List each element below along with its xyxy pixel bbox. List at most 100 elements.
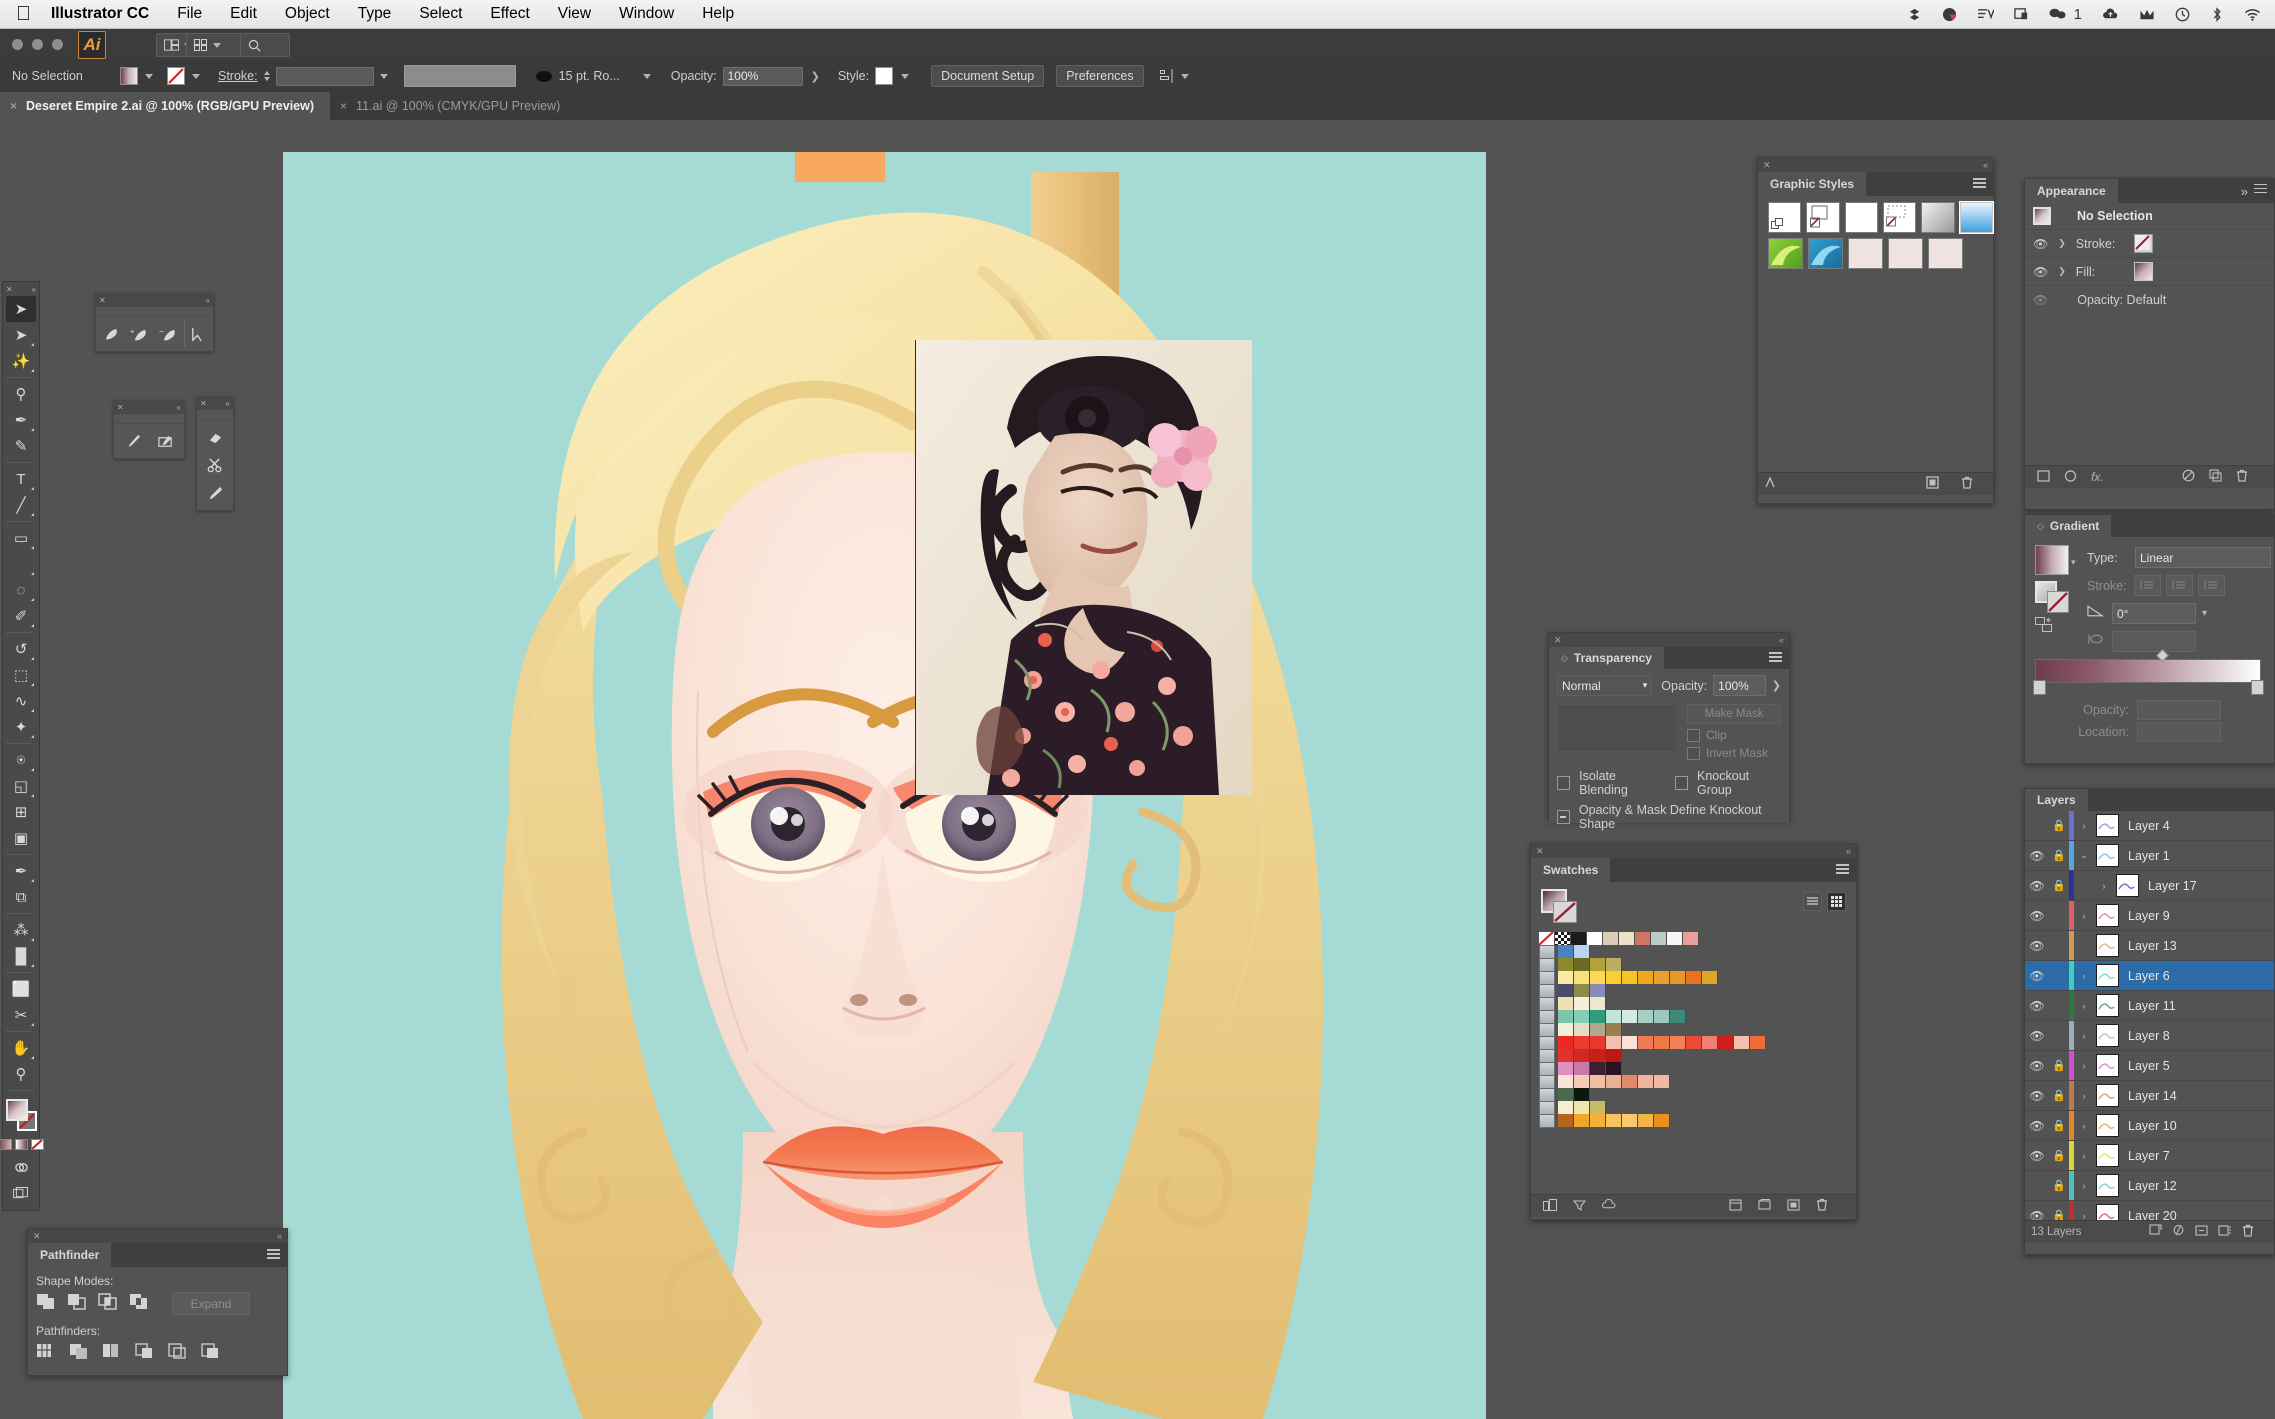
swatch-color[interactable] xyxy=(1574,945,1590,958)
layer-lock-icon[interactable]: 🔒 xyxy=(2049,1149,2069,1162)
swatch-color[interactable] xyxy=(1622,1114,1638,1127)
curvature-tool[interactable]: ✎ xyxy=(6,433,36,459)
stroke-weight-field[interactable] xyxy=(276,67,374,86)
graphic-style-swatch[interactable] xyxy=(1806,202,1839,233)
graphic-style-swatch[interactable] xyxy=(1845,202,1878,233)
paintbrush-icon[interactable] xyxy=(118,428,148,454)
tab-layers[interactable]: Layers xyxy=(2025,789,2088,811)
layer-name-label[interactable]: Layer 14 xyxy=(2128,1089,2177,1103)
stepper-up-icon[interactable] xyxy=(264,71,270,75)
layer-thumbnail[interactable] xyxy=(2096,844,2119,867)
workspace-grid-button[interactable] xyxy=(186,33,248,57)
column-graph-tool[interactable]: █ xyxy=(6,943,36,969)
delete-selection-icon[interactable] xyxy=(2242,1224,2254,1240)
layer-row[interactable]: 👁 🔒 › Layer 10 xyxy=(2025,1111,2274,1141)
rotate-tool[interactable]: ↺ xyxy=(6,636,36,662)
new-color-group-icon[interactable] xyxy=(1758,1199,1771,1214)
color-swatch-icon[interactable] xyxy=(0,1139,12,1150)
chevron-right-icon[interactable]: › xyxy=(2094,881,2114,891)
gradient-panel[interactable]: ◇ Gradient ▾ Type: Linear Stroke: 0° ▾ O… xyxy=(2024,514,2275,764)
layer-name-label[interactable]: Layer 4 xyxy=(2128,819,2170,833)
swatch-color[interactable] xyxy=(1603,932,1619,945)
swatch-color[interactable] xyxy=(1606,1036,1622,1049)
opacity-field[interactable]: 100% xyxy=(723,67,803,86)
direct-selection-tool[interactable]: ➤ xyxy=(6,322,36,348)
swatch-color[interactable] xyxy=(1606,1062,1622,1075)
layer-thumbnail[interactable] xyxy=(2096,1114,2119,1137)
make-mask-button[interactable]: Make Mask xyxy=(1687,704,1781,724)
collapse-icon[interactable]: « xyxy=(32,285,36,294)
swatch-color[interactable] xyxy=(1574,1023,1590,1036)
reference-photo[interactable] xyxy=(915,340,1252,795)
swatch-color[interactable] xyxy=(1702,1036,1718,1049)
swatch-color[interactable] xyxy=(1574,1010,1590,1023)
preferences-button[interactable]: Preferences xyxy=(1056,65,1143,87)
swatch-color[interactable] xyxy=(1558,984,1574,997)
panel-menu-button[interactable] xyxy=(1973,172,1993,196)
minus-front-icon[interactable] xyxy=(67,1292,87,1315)
gradient-tool[interactable]: ▣ xyxy=(6,825,36,851)
new-swatch-icon[interactable] xyxy=(1787,1199,1800,1214)
swatch-color[interactable] xyxy=(1670,971,1686,984)
swatch-color[interactable] xyxy=(1558,1023,1574,1036)
tab-graphic-styles[interactable]: Graphic Styles xyxy=(1758,172,1866,196)
swatch-color[interactable] xyxy=(1619,932,1635,945)
chevron-down-icon[interactable] xyxy=(901,74,909,79)
window-maximize-button[interactable] xyxy=(52,39,63,50)
layer-lock-icon[interactable]: 🔒 xyxy=(2049,819,2069,832)
zoom-tool[interactable]: ⚲ xyxy=(6,1061,36,1087)
rectangle-tool[interactable]: ▭ xyxy=(6,525,36,551)
color-group-icon[interactable] xyxy=(1539,1010,1555,1024)
swatch-color[interactable] xyxy=(1638,1075,1654,1088)
layer-row[interactable]: 🔒 › Layer 4 xyxy=(2025,811,2274,841)
close-icon[interactable]: ✕ xyxy=(1536,846,1544,857)
graphic-style-swatch[interactable] xyxy=(1960,202,1993,233)
swatch-color[interactable] xyxy=(1638,971,1654,984)
color-group-icon[interactable] xyxy=(1539,1062,1555,1076)
layer-name-label[interactable]: Layer 8 xyxy=(2128,1029,2170,1043)
fill-color-control[interactable] xyxy=(120,60,153,92)
fill-proxy-swatch[interactable] xyxy=(6,1099,28,1121)
swatch-color[interactable] xyxy=(1574,997,1590,1010)
swatch-color[interactable] xyxy=(1654,971,1670,984)
swatch-color[interactable] xyxy=(1654,1075,1670,1088)
delete-style-icon[interactable] xyxy=(1961,476,1973,492)
crop-icon[interactable] xyxy=(135,1342,155,1365)
color-mode-row[interactable] xyxy=(0,1139,44,1150)
swatch-color[interactable] xyxy=(1558,958,1574,971)
transparency-opacity-field[interactable]: 100% xyxy=(1713,675,1766,696)
collapse-icon[interactable]: « xyxy=(277,1231,282,1241)
swatch-options-icon[interactable] xyxy=(1729,1199,1742,1214)
swatch-registration[interactable] xyxy=(1555,932,1571,945)
clip-checkbox[interactable] xyxy=(1687,729,1700,742)
layer-visibility-eye-icon[interactable]: 👁 xyxy=(2025,909,2049,923)
menu-item-effect[interactable]: Effect xyxy=(490,5,529,23)
invert-mask-checkbox-row[interactable]: Invert Mask xyxy=(1687,746,1781,760)
lasso-tool[interactable]: ⚲ xyxy=(6,381,36,407)
chevron-down-icon[interactable]: ⌄ xyxy=(2074,850,2094,861)
layer-visibility-eye-icon[interactable]: 👁 xyxy=(2025,1149,2049,1163)
search-adobe-stock-button[interactable] xyxy=(240,33,290,57)
swatch-color[interactable] xyxy=(1670,1010,1686,1023)
layer-name-label[interactable]: Layer 12 xyxy=(2128,1179,2177,1193)
tab-transparency[interactable]: ◇ Transparency xyxy=(1549,647,1664,669)
break-link-icon[interactable] xyxy=(1764,476,1778,492)
gradient-stroke-along-icon[interactable] xyxy=(2166,575,2193,596)
layer-row[interactable]: 👁 › Layer 11 xyxy=(2025,991,2274,1021)
swatch-color[interactable] xyxy=(1558,1101,1574,1114)
swatch-libraries-icon[interactable] xyxy=(1543,1199,1557,1214)
chevron-right-icon[interactable]: › xyxy=(2074,1091,2094,1101)
bluetooth-icon[interactable] xyxy=(2210,7,2224,22)
layer-row[interactable]: 👁 🔒 › Layer 14 xyxy=(2025,1081,2274,1111)
tool-flyout-indicator-icon[interactable] xyxy=(31,343,34,346)
free-transform-tool[interactable]: ✦ xyxy=(6,714,36,740)
colorwheel-icon[interactable] xyxy=(1942,7,1957,22)
type-tool[interactable]: T xyxy=(6,466,36,492)
layer-name-label[interactable]: Layer 6 xyxy=(2128,969,2170,983)
graphic-style-swatch[interactable] xyxy=(1808,238,1843,269)
swatch-color[interactable] xyxy=(1590,958,1606,971)
menu-item-view[interactable]: View xyxy=(558,5,591,23)
gradient-opacity-field[interactable] xyxy=(2137,700,2221,720)
stroke-weight-stepper[interactable] xyxy=(264,60,270,92)
layer-thumbnail[interactable] xyxy=(2096,1144,2119,1167)
